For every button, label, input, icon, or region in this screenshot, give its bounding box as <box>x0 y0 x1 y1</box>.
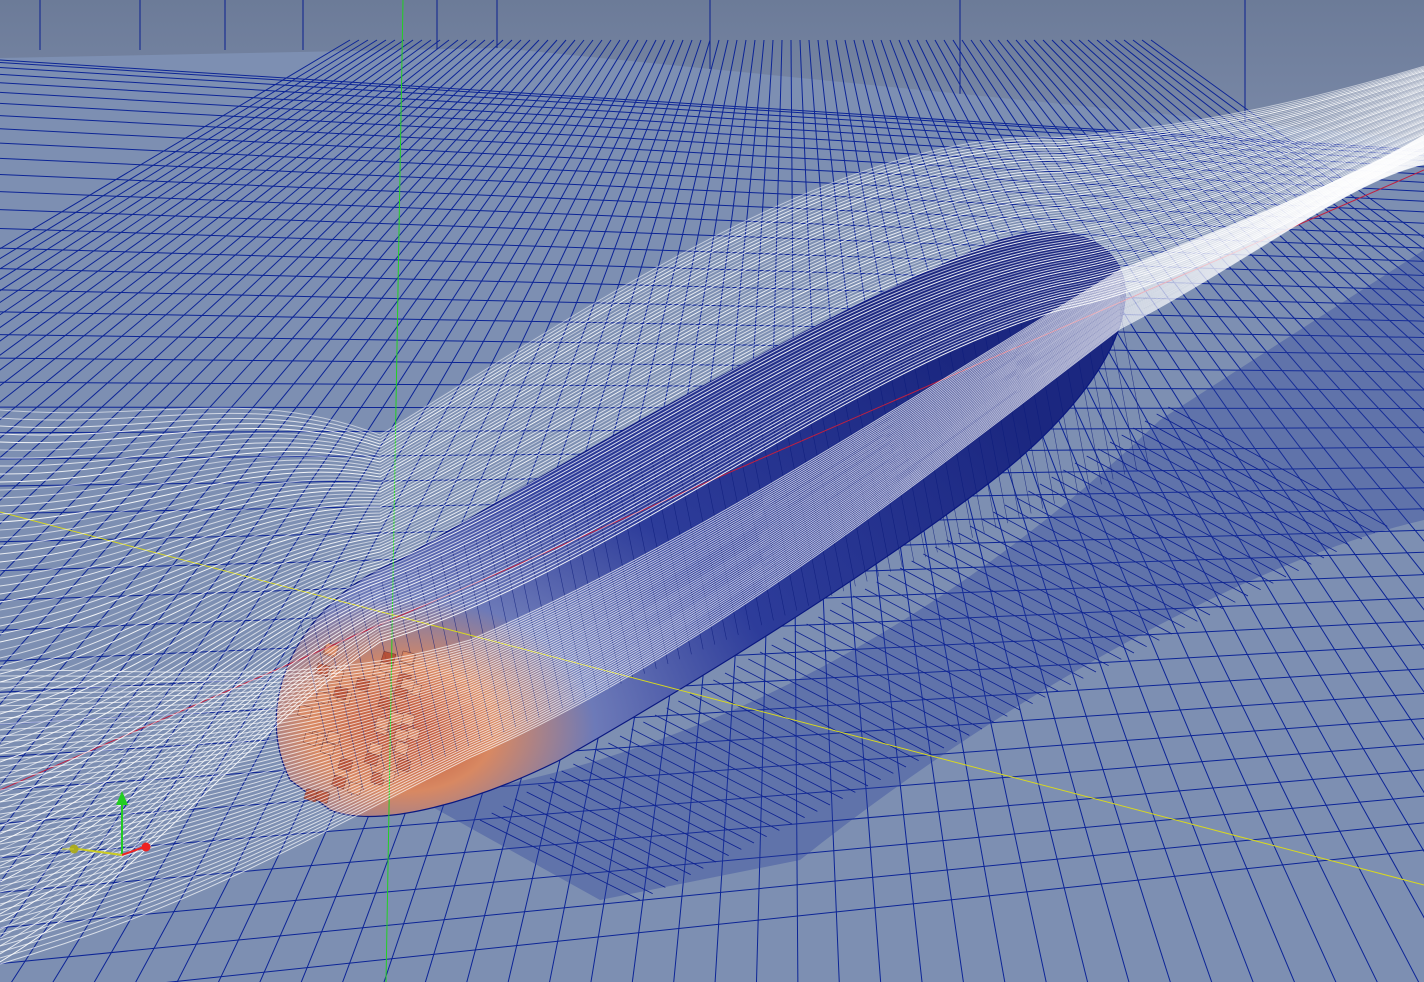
x-axis-head <box>142 843 151 852</box>
scene-canvas[interactable] <box>0 0 1424 982</box>
render-view-3d[interactable] <box>0 0 1424 982</box>
